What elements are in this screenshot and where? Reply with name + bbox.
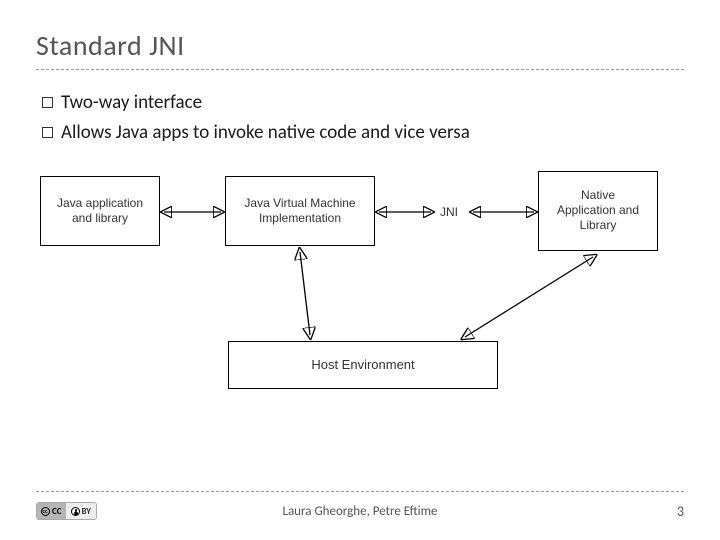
slide-footer: CC BY Laura Gheorghe, Petre Eftime 3: [36, 491, 684, 520]
bullet-square-icon: [42, 97, 53, 108]
by-person-icon: [71, 507, 80, 516]
slide-title: Standard JNI: [36, 28, 684, 63]
slide: Standard JNI Two-way interface Allows Ja…: [0, 0, 720, 540]
arrow-javaapp-jvm: [160, 201, 225, 223]
cc-right: BY: [66, 503, 96, 519]
bullet-text: Two-way interface: [61, 91, 202, 114]
footer-row: CC BY Laura Gheorghe, Petre Eftime 3: [36, 502, 684, 520]
footer-divider: [36, 491, 684, 492]
footer-authors: Laura Gheorghe, Petre Eftime: [282, 504, 437, 519]
title-divider: [36, 69, 684, 70]
bullet-list: Two-way interface Allows Java apps to in…: [42, 88, 684, 149]
cc-text: CC: [52, 506, 62, 517]
box-label: Java Virtual Machine Implementation: [244, 196, 355, 226]
arrow-native-host: [435, 251, 615, 346]
box-native-app: Native Application and Library: [538, 171, 658, 251]
bullet-item: Allows Java apps to invoke native code a…: [42, 118, 684, 148]
cc-left: CC: [37, 503, 66, 519]
cc-by-badge: CC BY: [36, 502, 97, 520]
bullet-square-icon: [42, 127, 53, 138]
jni-diagram: Java application and library Java Virtua…: [40, 161, 680, 406]
arrow-jvm-host: [270, 246, 330, 341]
page-number: 3: [677, 503, 684, 520]
box-label: Host Environment: [311, 357, 414, 373]
box-label: Native Application and Library: [557, 188, 639, 233]
cc-circle-icon: [41, 507, 50, 516]
by-text: BY: [82, 506, 91, 517]
arrow-jvm-native: [375, 201, 538, 223]
box-jvm: Java Virtual Machine Implementation: [225, 176, 375, 246]
bullet-text: Allows Java apps to invoke native code a…: [61, 121, 470, 144]
box-label: Java application and library: [57, 196, 143, 226]
bullet-item: Two-way interface: [42, 88, 684, 118]
box-java-application: Java application and library: [40, 176, 160, 246]
box-host-environment: Host Environment: [228, 341, 498, 389]
